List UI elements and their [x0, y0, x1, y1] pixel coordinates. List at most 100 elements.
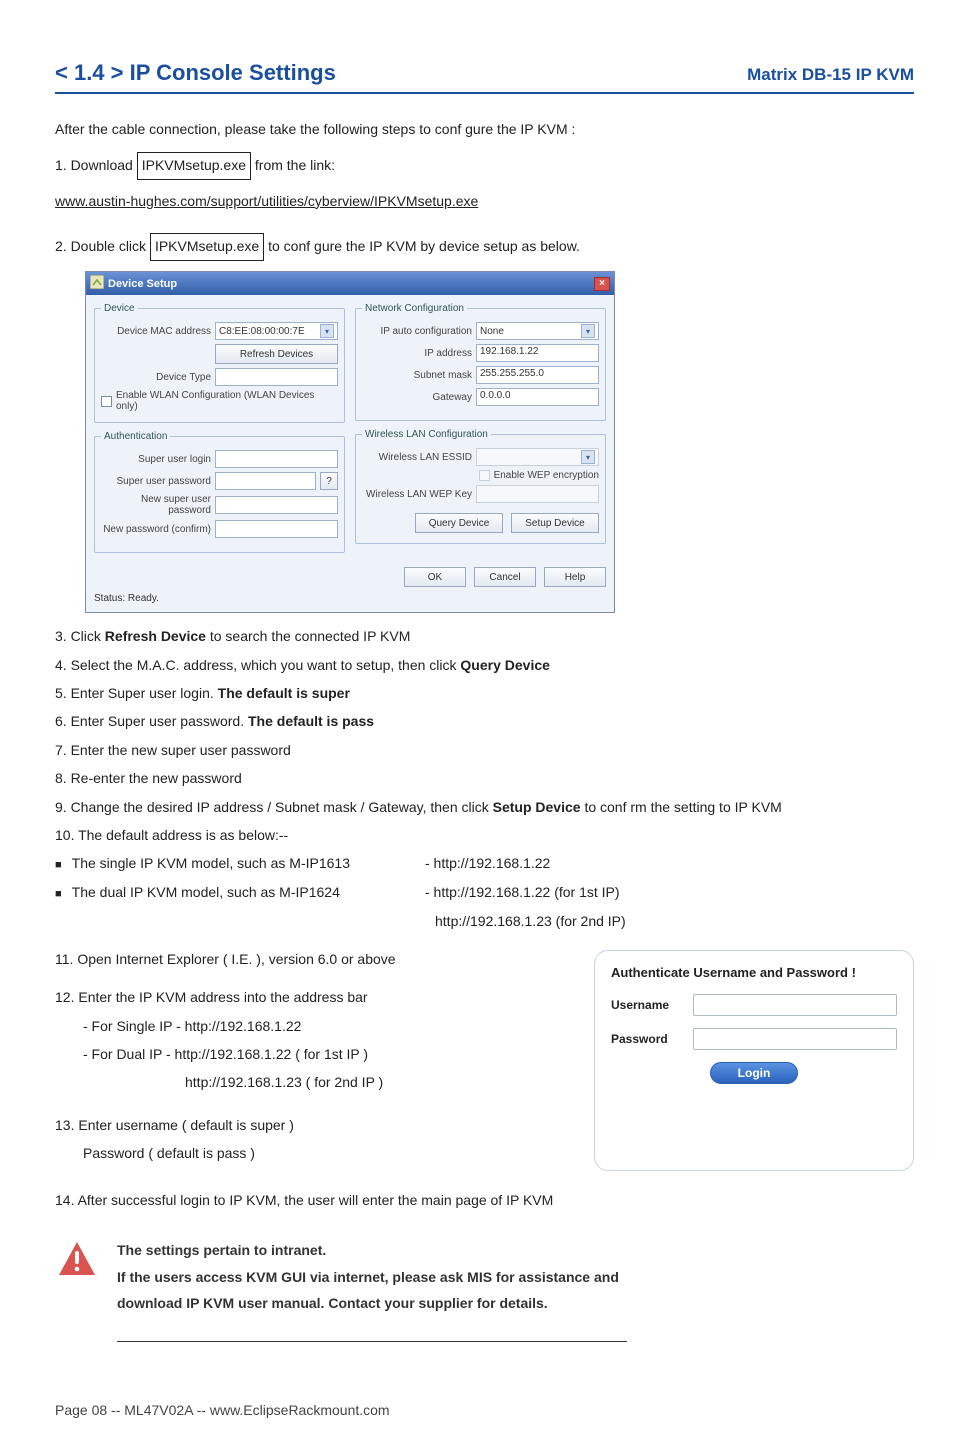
step-10: 10. The default address is as below:-- — [55, 824, 914, 846]
step-13b: Password ( default is pass ) — [55, 1142, 594, 1164]
step2-suffix: to conf gure the IP KVM by device setup … — [268, 238, 580, 254]
bullet-dual-ip-2: http://192.168.1.23 (for 2nd IP) — [55, 910, 914, 932]
note-line-1: The settings pertain to intranet. — [117, 1237, 619, 1264]
bullet-single-ip: The single IP KVM model, such as M-IP161… — [55, 852, 914, 875]
wlan-group: Wireless LAN Configuration Wireless LAN … — [355, 429, 606, 544]
new-password-label: New super user password — [101, 494, 211, 516]
gateway-label: Gateway — [362, 392, 472, 403]
step-14: 14. After successful login to IP KVM, th… — [55, 1189, 914, 1211]
step-9: 9. Change the desired IP address / Subne… — [55, 796, 914, 818]
mac-value: C8:EE:08:00:00:7E — [219, 326, 305, 337]
window-title: Device Setup — [108, 278, 177, 290]
chevron-down-icon[interactable]: ▾ — [581, 324, 595, 338]
section-title: < 1.4 > IP Console Settings — [55, 60, 336, 86]
status-bar: Status: Ready. — [94, 593, 606, 604]
mac-select[interactable]: C8:EE:08:00:00:7E ▾ — [215, 322, 338, 340]
step-4: 4. Select the M.A.C. address, which you … — [55, 654, 914, 676]
subnet-label: Subnet mask — [362, 370, 472, 381]
ipauto-value: None — [480, 326, 504, 337]
ok-button[interactable]: OK — [404, 567, 466, 587]
login-button[interactable]: Login — [710, 1062, 798, 1084]
new-password-input[interactable] — [215, 496, 338, 514]
setup-device-button[interactable]: Setup Device — [511, 513, 599, 533]
warning-icon — [55, 1237, 99, 1281]
bullet-dual-ip: The dual IP KVM model, such as M-IP1624 … — [55, 881, 914, 904]
exe-name-box-2: IPKVMsetup.exe — [150, 233, 264, 261]
intro-text: After the cable connection, please take … — [55, 118, 914, 142]
auth-group: Authentication Super user login Super us… — [94, 431, 345, 553]
chevron-down-icon: ▾ — [581, 450, 595, 464]
step-7: 7. Enter the new super user password — [55, 739, 914, 761]
device-setup-window: Device Setup × Device Device MAC address… — [85, 271, 615, 613]
exe-name-box: IPKVMsetup.exe — [137, 152, 251, 180]
ipauto-select[interactable]: None ▾ — [476, 322, 599, 340]
step2-prefix: 2. Double click — [55, 238, 150, 254]
close-icon[interactable]: × — [594, 277, 610, 291]
refresh-devices-button[interactable]: Refresh Devices — [215, 344, 338, 364]
wepkey-label: Wireless LAN WEP Key — [362, 489, 472, 500]
step-11: 11. Open Internet Explorer ( I.E. ), ver… — [55, 948, 594, 970]
step-5: 5. Enter Super user login. The default i… — [55, 682, 914, 704]
auth-group-title: Authentication — [101, 431, 170, 442]
gateway-input[interactable]: 0.0.0.0 — [476, 388, 599, 406]
download-link-text[interactable]: www.austin-hughes.com/support/utilities/… — [55, 193, 478, 209]
super-login-input[interactable] — [215, 450, 338, 468]
confirm-password-label: New password (confirm) — [101, 524, 211, 535]
step-8: 8. Re-enter the new password — [55, 767, 914, 789]
enable-wlan-label: Enable WLAN Configuration (WLAN Devices … — [116, 390, 338, 412]
step-13: 13. Enter username ( default is super ) — [55, 1114, 594, 1136]
step-1: 1. Download IPKVMsetup.exe from the link… — [55, 152, 914, 180]
step-12c: http://192.168.1.23 ( for 2nd IP ) — [55, 1071, 594, 1093]
page-footer: Page 08 -- ML47V02A -- www.EclipseRackmo… — [55, 1402, 914, 1418]
super-password-input[interactable] — [215, 472, 316, 490]
step-12a: - For Single IP - http://192.168.1.22 — [55, 1015, 594, 1037]
note-divider — [117, 1341, 627, 1342]
super-login-label: Super user login — [101, 454, 211, 465]
auth-password-label: Password — [611, 1032, 683, 1046]
note-line-3: download IP KVM user manual. Contact you… — [117, 1290, 619, 1317]
step-12: 12. Enter the IP KVM address into the ad… — [55, 986, 594, 1008]
enable-wep-checkbox — [479, 470, 490, 481]
device-group: Device Device MAC address C8:EE:08:00:00… — [94, 303, 345, 423]
step-12b: - For Dual IP - http://192.168.1.22 ( fo… — [55, 1043, 594, 1065]
chevron-down-icon[interactable]: ▾ — [320, 324, 334, 338]
auth-password-input[interactable] — [693, 1028, 897, 1050]
product-title: Matrix DB-15 IP KVM — [747, 65, 914, 85]
step-2: 2. Double click IPKVMsetup.exe to conf g… — [55, 233, 914, 261]
step1-suffix: from the link: — [255, 157, 335, 173]
step-3: 3. Click Refresh Device to search the co… — [55, 625, 914, 647]
wlan-group-title: Wireless LAN Configuration — [362, 429, 491, 440]
password-help-button[interactable]: ? — [320, 472, 338, 490]
step-6: 6. Enter Super user password. The defaul… — [55, 710, 914, 732]
confirm-password-input[interactable] — [215, 520, 338, 538]
network-group-title: Network Configuration — [362, 303, 467, 314]
subnet-input[interactable]: 255.255.255.0 — [476, 366, 599, 384]
essid-label: Wireless LAN ESSID — [362, 452, 472, 463]
window-app-icon — [90, 275, 104, 292]
note-text: The settings pertain to intranet. If the… — [117, 1237, 619, 1317]
device-type-input[interactable] — [215, 368, 338, 386]
enable-wlan-checkbox[interactable] — [101, 396, 112, 407]
help-button[interactable]: Help — [544, 567, 606, 587]
network-group: Network Configuration IP auto configurat… — [355, 303, 606, 421]
essid-select: ▾ — [476, 448, 599, 466]
super-password-label: Super user password — [101, 476, 211, 487]
wepkey-input — [476, 485, 599, 503]
device-type-label: Device Type — [101, 372, 211, 383]
cancel-button[interactable]: Cancel — [474, 567, 536, 587]
step1-prefix: 1. Download — [55, 157, 137, 173]
ipauto-label: IP auto configuration — [362, 326, 472, 337]
ipaddr-input[interactable]: 192.168.1.22 — [476, 344, 599, 362]
auth-panel-title: Authenticate Username and Password ! — [611, 965, 897, 980]
window-titlebar: Device Setup × — [86, 272, 614, 295]
auth-panel: Authenticate Username and Password ! Use… — [594, 950, 914, 1171]
auth-username-input[interactable] — [693, 994, 897, 1016]
device-group-title: Device — [101, 303, 138, 314]
query-device-button[interactable]: Query Device — [415, 513, 503, 533]
ipaddr-label: IP address — [362, 348, 472, 359]
mac-label: Device MAC address — [101, 326, 211, 337]
note-line-2: If the users access KVM GUI via internet… — [117, 1264, 619, 1291]
download-link[interactable]: www.austin-hughes.com/support/utilities/… — [55, 190, 914, 214]
auth-username-label: Username — [611, 998, 683, 1012]
enable-wep-label: Enable WEP encryption — [494, 470, 599, 481]
